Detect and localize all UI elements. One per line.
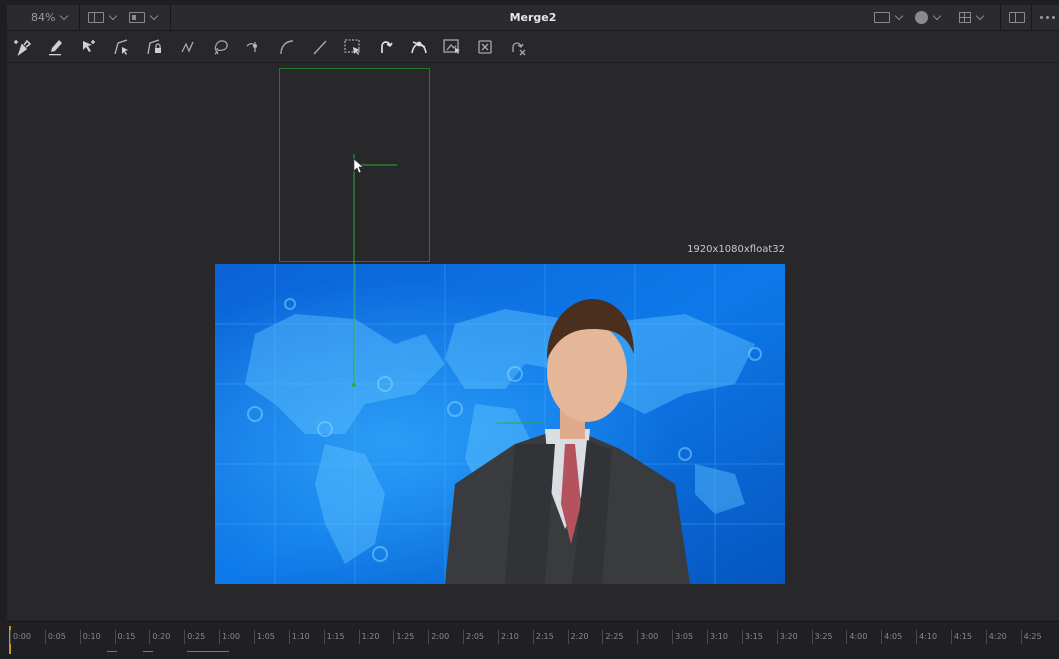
chevron-down-icon <box>894 11 904 21</box>
timeline-tick: 0:05 <box>44 630 66 644</box>
smooth-icon <box>246 42 258 52</box>
bspline-loop-icon <box>214 40 228 55</box>
chevron-down-icon <box>108 11 118 21</box>
stop-render-tool[interactable] <box>507 36 529 58</box>
select-box-tool[interactable] <box>342 36 364 58</box>
view-mode-dropdown[interactable] <box>129 5 159 30</box>
timeline-tick: 2:00 <box>428 630 449 644</box>
bezier-handle-icon <box>411 41 427 54</box>
keyframe-range <box>143 651 153 652</box>
timeline-tick: 0:25 <box>184 630 205 644</box>
zoom-dropdown[interactable]: 84% <box>31 5 69 30</box>
timeline-tick: 2:20 <box>567 630 589 644</box>
timeline-tick: 1:05 <box>253 630 275 644</box>
polygon-toolbar <box>7 31 1059 63</box>
smooth-tool[interactable] <box>243 36 265 58</box>
polyline-tool[interactable] <box>177 36 199 58</box>
color-channel-icon <box>915 11 928 24</box>
line-tool[interactable] <box>309 36 331 58</box>
curve-icon <box>280 40 294 55</box>
news-background-image <box>215 264 785 584</box>
chevron-down-icon <box>932 11 942 21</box>
chevron-down-icon <box>975 11 985 21</box>
split-view-icon <box>1009 12 1025 23</box>
timeline-tick: 2:15 <box>532 630 554 644</box>
timeline-tick: 0:10 <box>79 630 101 644</box>
timeline-tick: 4:15 <box>950 630 972 644</box>
timeline-tick: 1:25 <box>393 630 414 644</box>
timeline-tick: 3:15 <box>741 630 763 644</box>
timeline-tick: 4:25 <box>1020 630 1042 644</box>
timeline-tick: 3:25 <box>811 630 833 644</box>
viewer-header: 84% Merge2 <box>7 5 1059 31</box>
pen-add-tool[interactable] <box>12 36 34 58</box>
shape-box-icon <box>443 39 460 54</box>
timeline-tick: 4:10 <box>916 630 937 644</box>
delete-point-tool[interactable] <box>474 36 496 58</box>
bspline-loop-tool[interactable] <box>210 36 232 58</box>
timeline-tick: 1:20 <box>358 630 379 644</box>
timeline-tick: 3:05 <box>672 630 693 644</box>
select-add-tool[interactable] <box>78 36 100 58</box>
select-lock-icon <box>147 39 161 55</box>
select-add-icon <box>83 40 95 52</box>
line-icon <box>313 40 327 55</box>
roi-rectangle[interactable] <box>279 68 430 262</box>
timeline-tick: 3:10 <box>707 630 728 644</box>
keyframe-range <box>107 651 117 652</box>
timeline-tick: 1:10 <box>288 630 310 644</box>
timeline-ruler[interactable]: 0:00 0:05 0:10 0:15 0:20 0:25 1:00 1:05 1:10 1:15… <box>7 621 1059 659</box>
timeline-tick: 0:20 <box>149 630 170 644</box>
options-button[interactable] <box>1040 5 1055 30</box>
select-polyline-icon <box>114 39 128 55</box>
pen-add-icon <box>14 39 32 56</box>
timeline-tick: 4:20 <box>985 630 1007 644</box>
select-box-icon <box>344 39 360 55</box>
layout-icon <box>88 12 104 23</box>
viewer-canvas[interactable]: 1920x1080xfloat32 <box>7 63 1059 620</box>
ab-split-button[interactable] <box>1009 5 1025 30</box>
timeline-tick: 3:00 <box>637 630 658 644</box>
timeline-tick: 3:20 <box>776 630 798 644</box>
guides-dropdown[interactable] <box>959 5 985 30</box>
roi-dropdown[interactable] <box>874 5 904 30</box>
color-channel-dropdown[interactable] <box>915 5 942 30</box>
keyframe-range <box>187 651 229 652</box>
timeline-tick: 2:05 <box>463 630 484 644</box>
timeline-tick: 2:10 <box>497 630 519 644</box>
timeline-tick: 0:00 <box>10 630 31 644</box>
zoom-value: 84% <box>31 11 56 24</box>
bezier-handle-tool[interactable] <box>408 36 430 58</box>
timeline-tick: 2:25 <box>602 630 623 644</box>
layout-dropdown[interactable] <box>88 5 118 30</box>
roi-icon <box>874 12 890 23</box>
timeline-tick: 1:15 <box>323 630 345 644</box>
chevron-down-icon <box>149 11 159 21</box>
curve-tool[interactable] <box>276 36 298 58</box>
view-mode-icon <box>129 12 145 23</box>
reverse-tool[interactable] <box>375 36 397 58</box>
select-polyline-tool[interactable] <box>111 36 133 58</box>
image-frame <box>215 264 785 584</box>
select-lock-tool[interactable] <box>144 36 166 58</box>
timeline-tick: 4:00 <box>846 630 867 644</box>
viewer-panel: 84% Merge2 1920x1080xfloat32 0:00 0:05 0… <box>7 5 1059 659</box>
more-options-icon <box>1040 16 1055 19</box>
resolution-label: 1920x1080xfloat32 <box>687 244 785 255</box>
timeline-tick: 1:00 <box>219 630 240 644</box>
reverse-icon <box>381 41 393 53</box>
delete-point-icon <box>478 40 492 54</box>
polyline-icon <box>181 41 194 53</box>
timeline-tick: 4:05 <box>881 630 902 644</box>
timeline-tick: 0:15 <box>114 630 136 644</box>
stop-render-icon <box>512 42 526 56</box>
shape-box-tool[interactable] <box>441 36 463 58</box>
pencil-tool[interactable] <box>45 36 67 58</box>
chevron-down-icon <box>60 11 69 21</box>
pencil-icon <box>49 40 62 56</box>
grid-icon <box>959 12 971 23</box>
